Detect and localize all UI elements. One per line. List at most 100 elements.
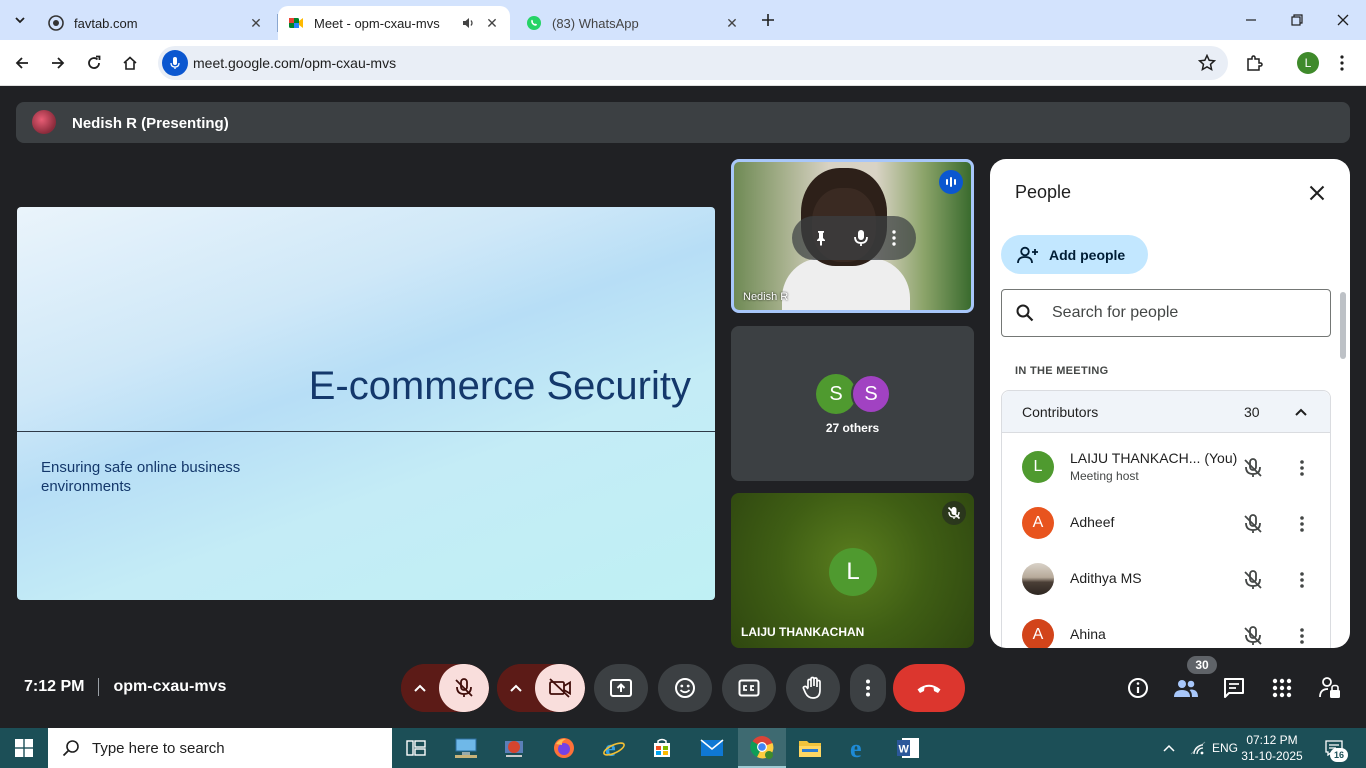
task-view-button[interactable] xyxy=(392,728,440,768)
participant-tile-self[interactable]: L LAIJU THANKACHAN xyxy=(731,493,974,648)
mic-off-icon[interactable] xyxy=(1242,625,1264,647)
start-button[interactable] xyxy=(0,728,48,768)
tab-strip: favtab.com ✕ Meet - opm-cxau-mvs ✕ (83) … xyxy=(0,0,1366,40)
chevron-up-icon[interactable] xyxy=(1292,403,1310,421)
tab-whatsapp[interactable]: (83) WhatsApp ✕ xyxy=(516,6,750,40)
mic-off-icon[interactable] xyxy=(1242,457,1264,479)
close-tab-icon[interactable]: ✕ xyxy=(724,15,740,31)
taskbar-app-file-explorer[interactable] xyxy=(786,728,834,768)
speaker-icon[interactable] xyxy=(460,15,476,31)
reload-button[interactable] xyxy=(80,49,108,77)
network-button[interactable] xyxy=(1184,728,1212,768)
minimize-button[interactable] xyxy=(1228,0,1274,40)
participant-more-button[interactable] xyxy=(1294,625,1310,647)
host-controls-button[interactable] xyxy=(1317,675,1343,701)
restore-button[interactable] xyxy=(1274,0,1320,40)
taskbar-app-internet-explorer[interactable]: e xyxy=(590,728,638,768)
participant-avatar: A xyxy=(1022,619,1054,648)
address-bar[interactable]: meet.google.com/opm-cxau-mvs xyxy=(158,46,1228,80)
show-hidden-icons-button[interactable] xyxy=(1150,728,1188,768)
present-screen-button[interactable] xyxy=(594,664,648,712)
participant-row[interactable]: A Ahina xyxy=(1002,607,1330,648)
video-settings-button[interactable] xyxy=(497,664,536,712)
contributors-header[interactable]: Contributors 30 xyxy=(1002,391,1330,433)
participant-more-button[interactable] xyxy=(1294,457,1310,479)
taskbar-app-chrome[interactable] xyxy=(738,728,786,768)
mute-participant-icon[interactable] xyxy=(853,229,869,247)
taskbar-clock[interactable]: 07:12 PM 31-10-2025 xyxy=(1240,732,1304,764)
participant-tile-others[interactable]: S S 27 others xyxy=(731,326,974,481)
profile-avatar[interactable]: L xyxy=(1297,52,1319,74)
chevron-up-icon xyxy=(414,684,426,692)
present-screen-icon xyxy=(610,679,632,697)
chat-button[interactable] xyxy=(1221,675,1247,701)
bookmark-star-icon[interactable] xyxy=(1198,54,1216,72)
folder-icon xyxy=(799,741,821,757)
panel-scrollbar[interactable] xyxy=(1340,292,1346,359)
taskbar-app-store[interactable] xyxy=(638,728,686,768)
new-tab-button[interactable] xyxy=(756,8,780,32)
reactions-button[interactable] xyxy=(658,664,712,712)
camera-off-icon xyxy=(549,678,572,698)
extensions-button[interactable] xyxy=(1240,49,1268,77)
favtab-favicon-icon xyxy=(48,15,64,31)
more-options-icon[interactable] xyxy=(892,230,897,246)
mic-off-icon[interactable] xyxy=(1242,513,1264,535)
taskbar-app-mail[interactable] xyxy=(688,728,736,768)
more-options-button[interactable] xyxy=(850,664,886,712)
people-search-field[interactable] xyxy=(1001,289,1331,337)
search-icon xyxy=(62,740,79,757)
participant-more-button[interactable] xyxy=(1294,513,1310,535)
close-tab-icon[interactable]: ✕ xyxy=(248,15,264,31)
taskbar-app-edge[interactable]: e xyxy=(836,728,884,768)
participant-tile-presenter[interactable]: Nedish R xyxy=(731,159,974,313)
mic-off-icon xyxy=(455,678,473,697)
leave-call-button[interactable] xyxy=(893,664,965,712)
tab-meet[interactable]: Meet - opm-cxau-mvs ✕ xyxy=(278,6,510,40)
meeting-details-button[interactable] xyxy=(1125,675,1151,701)
home-button[interactable] xyxy=(116,49,144,77)
close-tab-icon[interactable]: ✕ xyxy=(484,15,500,31)
taskbar-app-tools[interactable] xyxy=(490,728,538,768)
meeting-code[interactable]: opm-cxau-mvs xyxy=(113,678,226,696)
input-language[interactable]: ENG xyxy=(1212,741,1238,755)
tab-search-button[interactable] xyxy=(6,6,34,34)
raise-hand-button[interactable] xyxy=(786,664,840,712)
taskbar-search[interactable]: Type here to search xyxy=(48,728,392,768)
taskbar-app-firefox[interactable] xyxy=(540,728,588,768)
people-count-badge: 30 xyxy=(1187,656,1217,674)
close-window-button[interactable] xyxy=(1320,0,1366,40)
close-panel-button[interactable] xyxy=(1303,179,1331,207)
mic-off-icon[interactable] xyxy=(1242,569,1264,591)
people-button[interactable] xyxy=(1173,675,1199,701)
taskbar-app-network-pc[interactable] xyxy=(442,728,490,768)
taskbar-app-word[interactable]: W xyxy=(884,728,932,768)
toggle-camera-button[interactable] xyxy=(535,664,585,712)
speaking-indicator-icon xyxy=(939,170,963,194)
participant-row[interactable]: Adithya MS xyxy=(1002,551,1330,607)
mic-control-group xyxy=(401,664,489,712)
participant-more-button[interactable] xyxy=(1294,569,1310,591)
back-button[interactable] xyxy=(8,49,36,77)
tab-favtab[interactable]: favtab.com ✕ xyxy=(38,6,274,40)
toggle-mic-button[interactable] xyxy=(439,664,489,712)
participant-row[interactable]: A Adheef xyxy=(1002,495,1330,551)
captions-button[interactable] xyxy=(722,664,776,712)
kebab-menu-icon xyxy=(1300,572,1304,588)
participant-avatar: L xyxy=(829,548,877,596)
audio-settings-button[interactable] xyxy=(401,664,440,712)
add-people-button[interactable]: Add people xyxy=(1001,235,1148,274)
pin-icon[interactable] xyxy=(812,229,830,247)
mic-in-use-icon[interactable] xyxy=(162,50,188,76)
close-icon xyxy=(1309,185,1325,201)
muted-mic-icon xyxy=(942,501,966,525)
others-count-label: 27 others xyxy=(825,421,880,435)
browser-menu-button[interactable] xyxy=(1328,49,1356,77)
activities-button[interactable] xyxy=(1269,675,1295,701)
reload-icon xyxy=(88,55,101,69)
task-view-icon xyxy=(406,740,426,756)
participant-row[interactable]: L LAIJU THANKACH... (You) Meeting host xyxy=(1002,439,1330,495)
people-search-input[interactable] xyxy=(1052,304,1312,322)
forward-button[interactable] xyxy=(44,49,72,77)
minimize-icon xyxy=(1246,19,1256,21)
